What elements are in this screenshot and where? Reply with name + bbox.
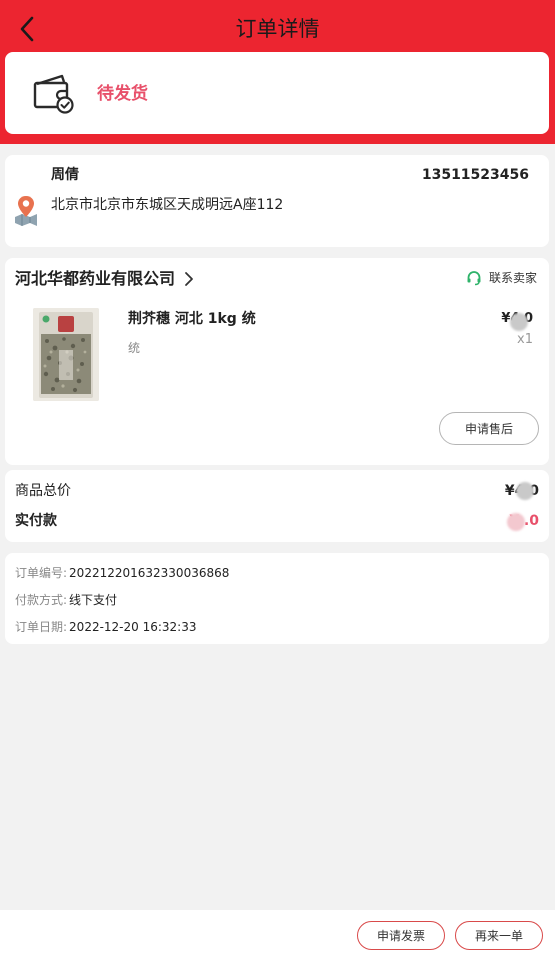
- shop-link[interactable]: 河北华都药业有限公司: [15, 267, 195, 291]
- product-image[interactable]: [33, 308, 99, 401]
- order-date-label: 订单日期:: [15, 620, 68, 634]
- wallet-check-icon: [33, 74, 74, 114]
- order-status-text: 待发货: [97, 84, 148, 104]
- herb-package-image: [33, 308, 99, 401]
- order-info-card: 订单编号: 202212201632330036868 付款方式: 线下支付 订…: [5, 553, 549, 644]
- order-status-card: 待发货: [5, 52, 549, 134]
- privacy-mask: [516, 482, 534, 500]
- totals-card: 商品总价 ¥4 0 实付款 ¥ .0: [5, 470, 549, 542]
- address-card: 周倩 13511523456 北京市北京市东城区天成明远A座112: [5, 155, 549, 247]
- product-spec: 统: [128, 341, 141, 355]
- payment-method-row: 付款方式: 线下支付: [15, 591, 117, 609]
- reorder-button[interactable]: 再来一单: [455, 921, 543, 950]
- location-map-icon: [15, 196, 37, 226]
- shop-name: 河北华都药业有限公司: [15, 269, 176, 288]
- order-number-label: 订单编号:: [15, 566, 68, 580]
- chevron-right-icon: [185, 272, 193, 286]
- headset-icon: [467, 271, 481, 286]
- recipient-phone: 13511523456: [421, 167, 529, 183]
- privacy-mask: [507, 513, 525, 531]
- shop-card: 河北华都药业有限公司 联系卖家 荆芥穗 河北 1kg 统 统 0 x1 申请售后: [5, 258, 549, 465]
- order-number-row: 订单编号: 202212201632330036868: [15, 564, 229, 582]
- contact-seller-button[interactable]: 联系卖家: [466, 269, 537, 287]
- shipping-address: 北京市北京市东城区天成明远A座112: [51, 197, 284, 213]
- order-date-value: 2022-12-20 16:32:33: [69, 620, 197, 634]
- page-title: 订单详情: [235, 17, 320, 41]
- request-invoice-button[interactable]: 申请发票: [357, 921, 445, 950]
- product-quantity: x1: [517, 332, 533, 347]
- order-date-row: 订单日期: 2022-12-20 16:32:33: [15, 618, 197, 636]
- order-number-value: 202212201632330036868: [69, 566, 230, 580]
- payment-method-value: 线下支付: [69, 593, 118, 607]
- bottom-action-bar: 申请发票 再来一单: [0, 910, 555, 961]
- privacy-mask: [510, 313, 528, 331]
- product-name: 荆芥穗 河北 1kg 统: [128, 311, 256, 327]
- paid-amount-label: 实付款: [15, 513, 57, 529]
- recipient-name: 周倩: [51, 167, 79, 183]
- after-sale-button[interactable]: 申请售后: [439, 412, 539, 445]
- payment-method-label: 付款方式:: [15, 593, 68, 607]
- contact-seller-label: 联系卖家: [488, 271, 537, 285]
- header: 订单详情 待发货: [0, 0, 555, 144]
- goods-total-label: 商品总价: [15, 483, 71, 499]
